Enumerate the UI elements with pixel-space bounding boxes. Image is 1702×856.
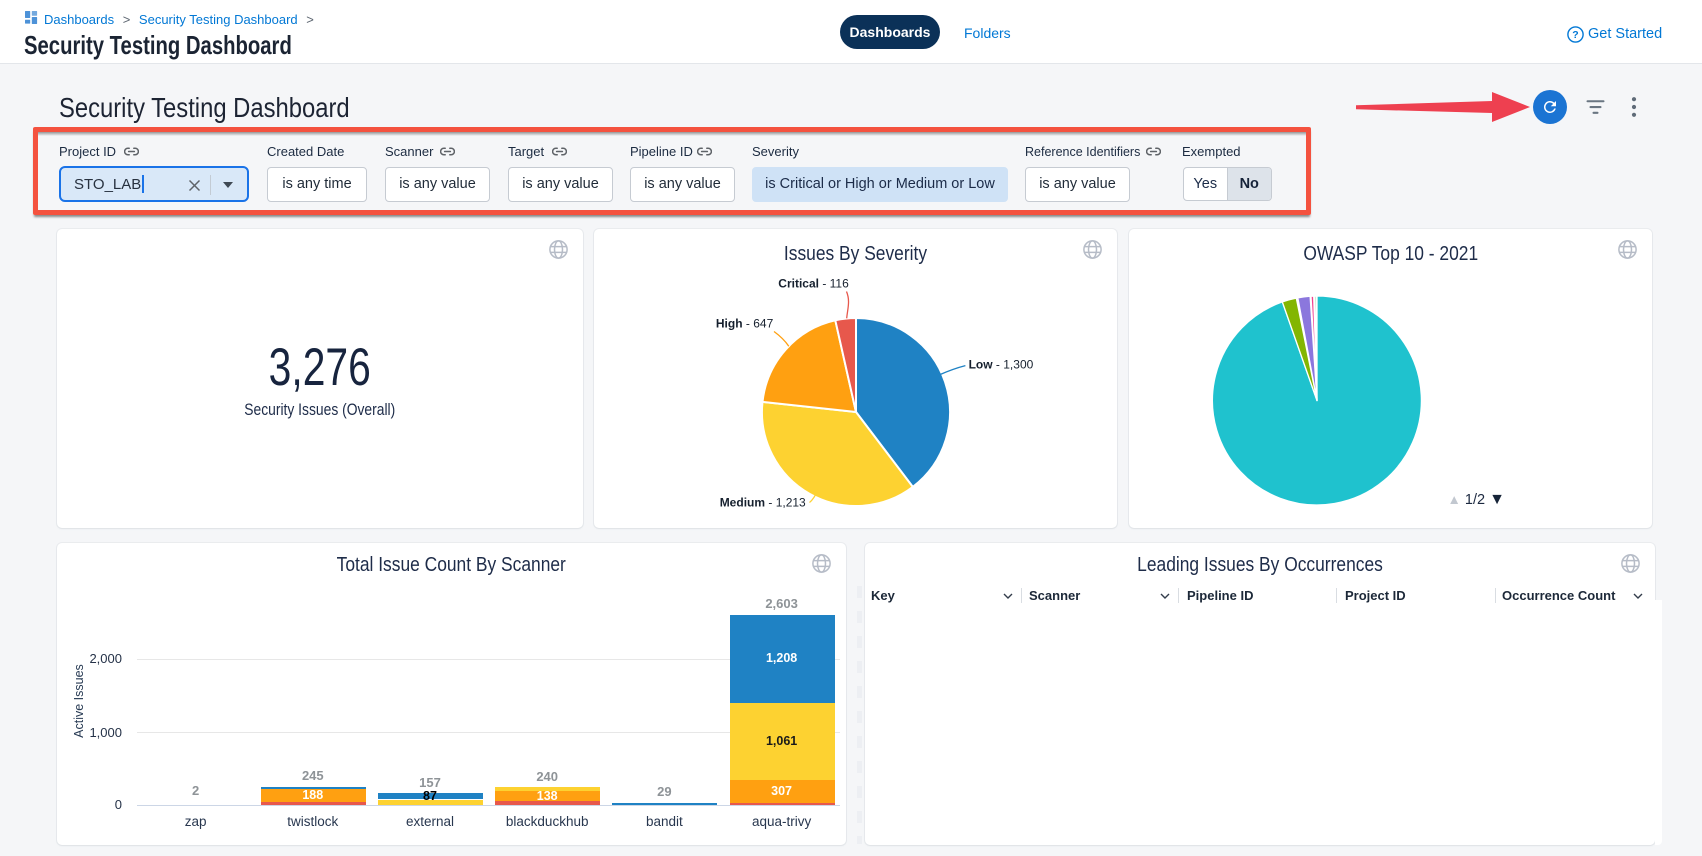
svg-text:?: ? [1572,29,1578,41]
svg-text:Critical - 116: Critical - 116 [778,276,849,290]
svg-text:Medium - 1,213: Medium - 1,213 [720,495,806,509]
svg-text:High - 647: High - 647 [716,316,774,330]
svg-text:Low - 1,300: Low - 1,300 [969,357,1034,371]
